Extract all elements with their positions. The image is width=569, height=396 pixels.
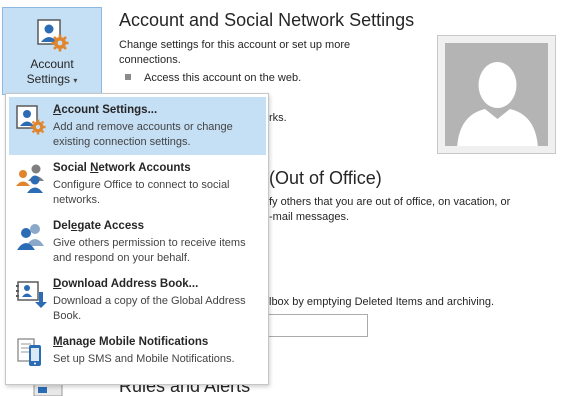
section-title: Account and Social Network Settings: [119, 10, 415, 30]
auto-reply-heading: (Out of Office): [269, 168, 382, 188]
menu-item-description: Add and remove accounts or change existi…: [53, 121, 233, 148]
menu-item-delegate-access[interactable]: Delegate Access Give others permission t…: [9, 213, 266, 271]
menu-item-social-network-accounts[interactable]: Social Network Accounts Configure Office…: [9, 155, 266, 213]
profile-photo[interactable]: [437, 35, 556, 154]
menu-item-title: Download Address Book...: [53, 278, 199, 290]
menu-item-title: Account Settings...: [53, 104, 158, 116]
auto-reply-desc-line1: fy others that you are out of office, on…: [269, 196, 511, 208]
account-settings-icon: [16, 105, 46, 135]
account-settings-line1: Account: [30, 57, 74, 71]
bullet-social-fragment: rks.: [269, 112, 287, 124]
person-silhouette-icon: [457, 62, 538, 146]
delegate-people-icon: [17, 224, 44, 250]
mobile-phone-icon: [17, 338, 41, 366]
account-settings-label: Account Settings ▾: [27, 57, 78, 88]
bullet-web-access[interactable]: Access this account on the web.: [125, 72, 301, 84]
menu-item-title: Manage Mobile Notifications: [53, 336, 209, 348]
account-settings-line2: Settings: [26, 72, 70, 86]
address-book-download-icon: [16, 281, 47, 308]
cleanup-description: lbox by emptying Deleted Items and archi…: [269, 296, 495, 308]
bullet-square-icon: [125, 74, 131, 81]
auto-reply-desc-line2: -mail messages.: [269, 211, 350, 223]
account-settings-button[interactable]: Account Settings ▾: [2, 7, 102, 95]
bullet-web-access-text: Access this account on the web.: [144, 72, 302, 84]
menu-item-download-address-book[interactable]: Download Address Book... Download a copy…: [9, 271, 266, 329]
section-description: Change settings for this account or set …: [119, 39, 351, 66]
chevron-down-icon: ▾: [73, 76, 78, 85]
account-settings-icon: [37, 19, 69, 52]
menu-item-title: Social Network Accounts: [53, 162, 191, 174]
menu-item-title: Delegate Access: [53, 220, 145, 232]
account-settings-menu: Account Settings... Add and remove accou…: [5, 93, 269, 385]
menu-item-manage-mobile-notifications[interactable]: Manage Mobile Notifications Set up SMS a…: [9, 329, 266, 387]
menu-item-description: Configure Office to connect to social ne…: [53, 179, 230, 206]
menu-item-description: Set up SMS and Mobile Notifications.: [53, 353, 235, 365]
menu-item-description: Download a copy of the Global Address Bo…: [53, 295, 246, 322]
menu-item-description: Give others permission to receive items …: [53, 237, 246, 264]
menu-item-account-settings[interactable]: Account Settings... Add and remove accou…: [9, 97, 266, 155]
social-network-icon: [16, 164, 44, 193]
mailbox-size-field[interactable]: [262, 314, 368, 337]
